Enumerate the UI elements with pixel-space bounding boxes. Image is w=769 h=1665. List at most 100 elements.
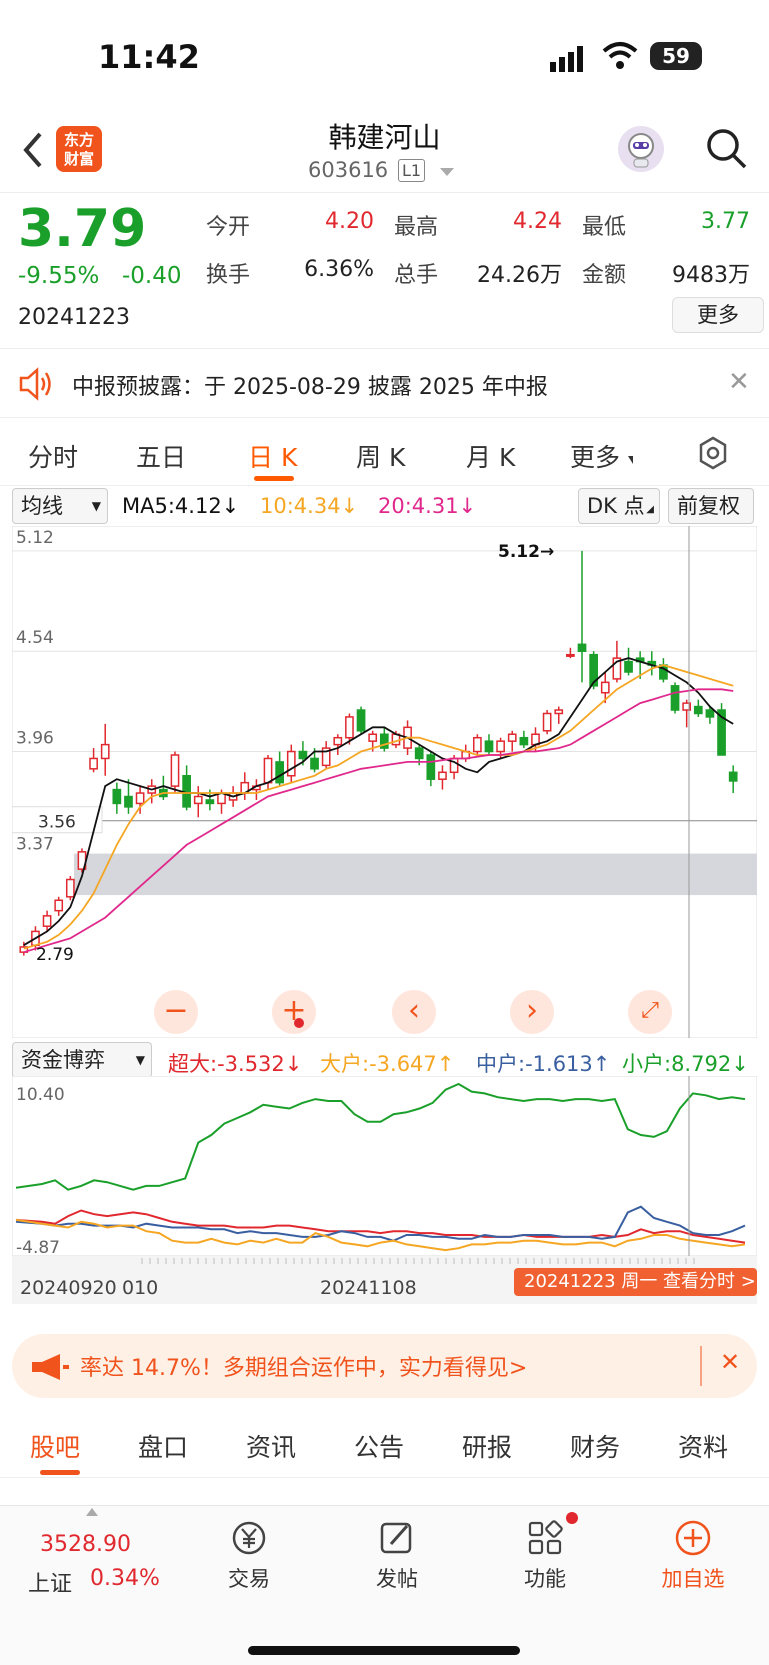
ma-select[interactable]: 均线 ▼ bbox=[12, 488, 108, 524]
promo-banner[interactable]: 率达 14.7%！多期组合运作中，实力看得见> ✕ bbox=[12, 1334, 757, 1398]
tab-guba[interactable]: 股吧 bbox=[30, 1428, 80, 1464]
field-value: 3.77 bbox=[701, 209, 750, 234]
tab-announcement[interactable]: 公告 bbox=[354, 1428, 404, 1464]
tab-research[interactable]: 研报 bbox=[462, 1428, 512, 1464]
status-bar: 11:42 59 bbox=[0, 0, 769, 110]
close-icon[interactable]: ✕ bbox=[728, 367, 750, 397]
ma5-label: MA5:4.12↓ bbox=[122, 494, 240, 518]
candle-body bbox=[693, 705, 703, 715]
tab-intraday[interactable]: 分时 bbox=[28, 438, 78, 474]
candle-body bbox=[65, 878, 75, 898]
index-name[interactable]: 上证 bbox=[28, 1566, 72, 1598]
tab-finance[interactable]: 财务 bbox=[570, 1428, 620, 1464]
stock-header: 东方 财富 韩建河山 603616 L1 bbox=[0, 110, 769, 192]
tab-more[interactable]: 更多 bbox=[570, 438, 620, 474]
settings-gear-icon[interactable] bbox=[696, 436, 730, 470]
scroll-left-button[interactable]: ‹ bbox=[392, 990, 436, 1034]
candle-body bbox=[54, 899, 64, 912]
large-label: 大户:-3.647↑ bbox=[320, 1052, 455, 1076]
fund-frame bbox=[11, 1075, 758, 1257]
grid-icon bbox=[528, 1520, 563, 1555]
fund-select[interactable]: 资金博弈 ▼ bbox=[12, 1042, 152, 1078]
candle-body bbox=[124, 795, 133, 808]
tab-daily-k[interactable]: 日 K bbox=[248, 438, 297, 474]
caret-icon: ◢ bbox=[646, 504, 654, 515]
tab-weekly-k[interactable]: 周 K bbox=[356, 438, 405, 474]
index-value[interactable]: 3528.90 bbox=[40, 1532, 131, 1557]
add-watchlist-button[interactable]: 加自选 bbox=[638, 1518, 748, 1593]
tab-pankou[interactable]: 盘口 bbox=[138, 1428, 188, 1464]
post-button[interactable]: 发帖 bbox=[342, 1518, 452, 1593]
candle-body bbox=[42, 915, 52, 927]
active-tab-indicator bbox=[40, 1470, 80, 1475]
adjust-select[interactable]: 前复权 bbox=[668, 488, 754, 524]
index-percent[interactable]: 0.34% bbox=[90, 1566, 160, 1591]
support-zone bbox=[74, 853, 757, 896]
candle-body bbox=[414, 747, 424, 760]
candle-body bbox=[438, 771, 447, 780]
candle-body bbox=[519, 736, 529, 746]
zoom-out-button[interactable]: − bbox=[154, 990, 198, 1034]
candle-body bbox=[600, 681, 610, 694]
candle-body bbox=[100, 743, 110, 760]
candle-body bbox=[624, 660, 633, 673]
divider bbox=[700, 1346, 702, 1386]
candle-body bbox=[333, 736, 343, 746]
y-axis-label: 4.54 bbox=[16, 628, 54, 648]
candle-body bbox=[263, 757, 273, 784]
fund-chart[interactable]: 10.40 -4.87 20240920 010 20241108 20241223 周… bbox=[11, 1075, 758, 1306]
tab-news[interactable]: 资讯 bbox=[246, 1428, 296, 1464]
active-tab-indicator bbox=[254, 476, 294, 481]
notice-bar[interactable]: 中报预披露：于 2025-08-29 披露 2025 年中报 ✕ bbox=[0, 348, 769, 418]
scroll-right-button[interactable]: › bbox=[510, 990, 554, 1034]
tab-profile[interactable]: 资料 bbox=[678, 1428, 728, 1464]
more-button[interactable]: 更多 bbox=[672, 297, 764, 333]
quote-panel: 3.79 -9.55% -0.40 20241223 今开 4.20 最高 4.… bbox=[0, 192, 769, 348]
close-icon[interactable]: ✕ bbox=[720, 1348, 740, 1376]
robot-assistant-icon[interactable] bbox=[618, 126, 664, 172]
candle-body bbox=[310, 757, 319, 770]
dropdown-icon: ▼ bbox=[91, 499, 101, 513]
plus-circle-icon bbox=[675, 1520, 711, 1556]
y-axis-label: 5.12 bbox=[16, 528, 54, 548]
caret-icon bbox=[628, 456, 633, 464]
date-label: 010 bbox=[122, 1277, 158, 1299]
super-large-label: 超大:-3.532↓ bbox=[168, 1052, 303, 1076]
functions-label: 功能 bbox=[524, 1567, 566, 1591]
chevron-up-icon[interactable] bbox=[86, 1508, 98, 1516]
megaphone-icon bbox=[32, 1354, 69, 1380]
quote-date: 20241223 bbox=[18, 305, 130, 330]
post-label: 发帖 bbox=[376, 1567, 418, 1591]
high-marker: 5.12→ bbox=[498, 542, 554, 562]
candle-body bbox=[566, 653, 575, 657]
candle-body bbox=[112, 788, 122, 805]
candle-body bbox=[205, 799, 215, 805]
notification-dot bbox=[294, 1018, 304, 1028]
kline-chart[interactable]: 5.12 4.54 3.96 3.37 3.56 5.12→ 2.79 − + ‹ › ⤢ bbox=[11, 525, 758, 1039]
candle-body bbox=[484, 740, 494, 753]
fund-ymin-label: -4.87 bbox=[16, 1238, 60, 1258]
fullscreen-icon[interactable]: ⤢ bbox=[628, 990, 672, 1034]
trade-button[interactable]: 交易 bbox=[194, 1518, 304, 1593]
tab-five-day[interactable]: 五日 bbox=[136, 438, 186, 474]
cellular-signal-icon bbox=[550, 46, 583, 72]
zoom-in-button[interactable]: + bbox=[272, 990, 316, 1034]
dk-point-select[interactable]: DK 点 ◢ bbox=[578, 488, 660, 524]
search-icon[interactable] bbox=[704, 126, 748, 170]
date-tooltip[interactable]: 20241223 周一 查看分时 > bbox=[514, 1268, 757, 1296]
functions-button[interactable]: 功能 bbox=[490, 1518, 600, 1593]
tab-monthly-k[interactable]: 月 K bbox=[466, 438, 515, 474]
change-percent: -9.55% bbox=[18, 263, 100, 289]
field-label: 最低 bbox=[582, 215, 627, 240]
add-watchlist-label: 加自选 bbox=[661, 1567, 725, 1591]
candle-body bbox=[275, 761, 285, 784]
candle-body bbox=[542, 712, 552, 732]
chevron-down-icon[interactable] bbox=[440, 168, 454, 176]
edit-icon bbox=[380, 1522, 412, 1554]
candle-body bbox=[670, 685, 680, 711]
candle-body bbox=[368, 733, 378, 742]
candle-body bbox=[472, 736, 482, 753]
stock-code: 603616 bbox=[308, 158, 389, 182]
banner-text: 率达 14.7%！多期组合运作中，实力看得见> bbox=[80, 1356, 528, 1381]
level-badge[interactable]: L1 bbox=[398, 159, 426, 182]
